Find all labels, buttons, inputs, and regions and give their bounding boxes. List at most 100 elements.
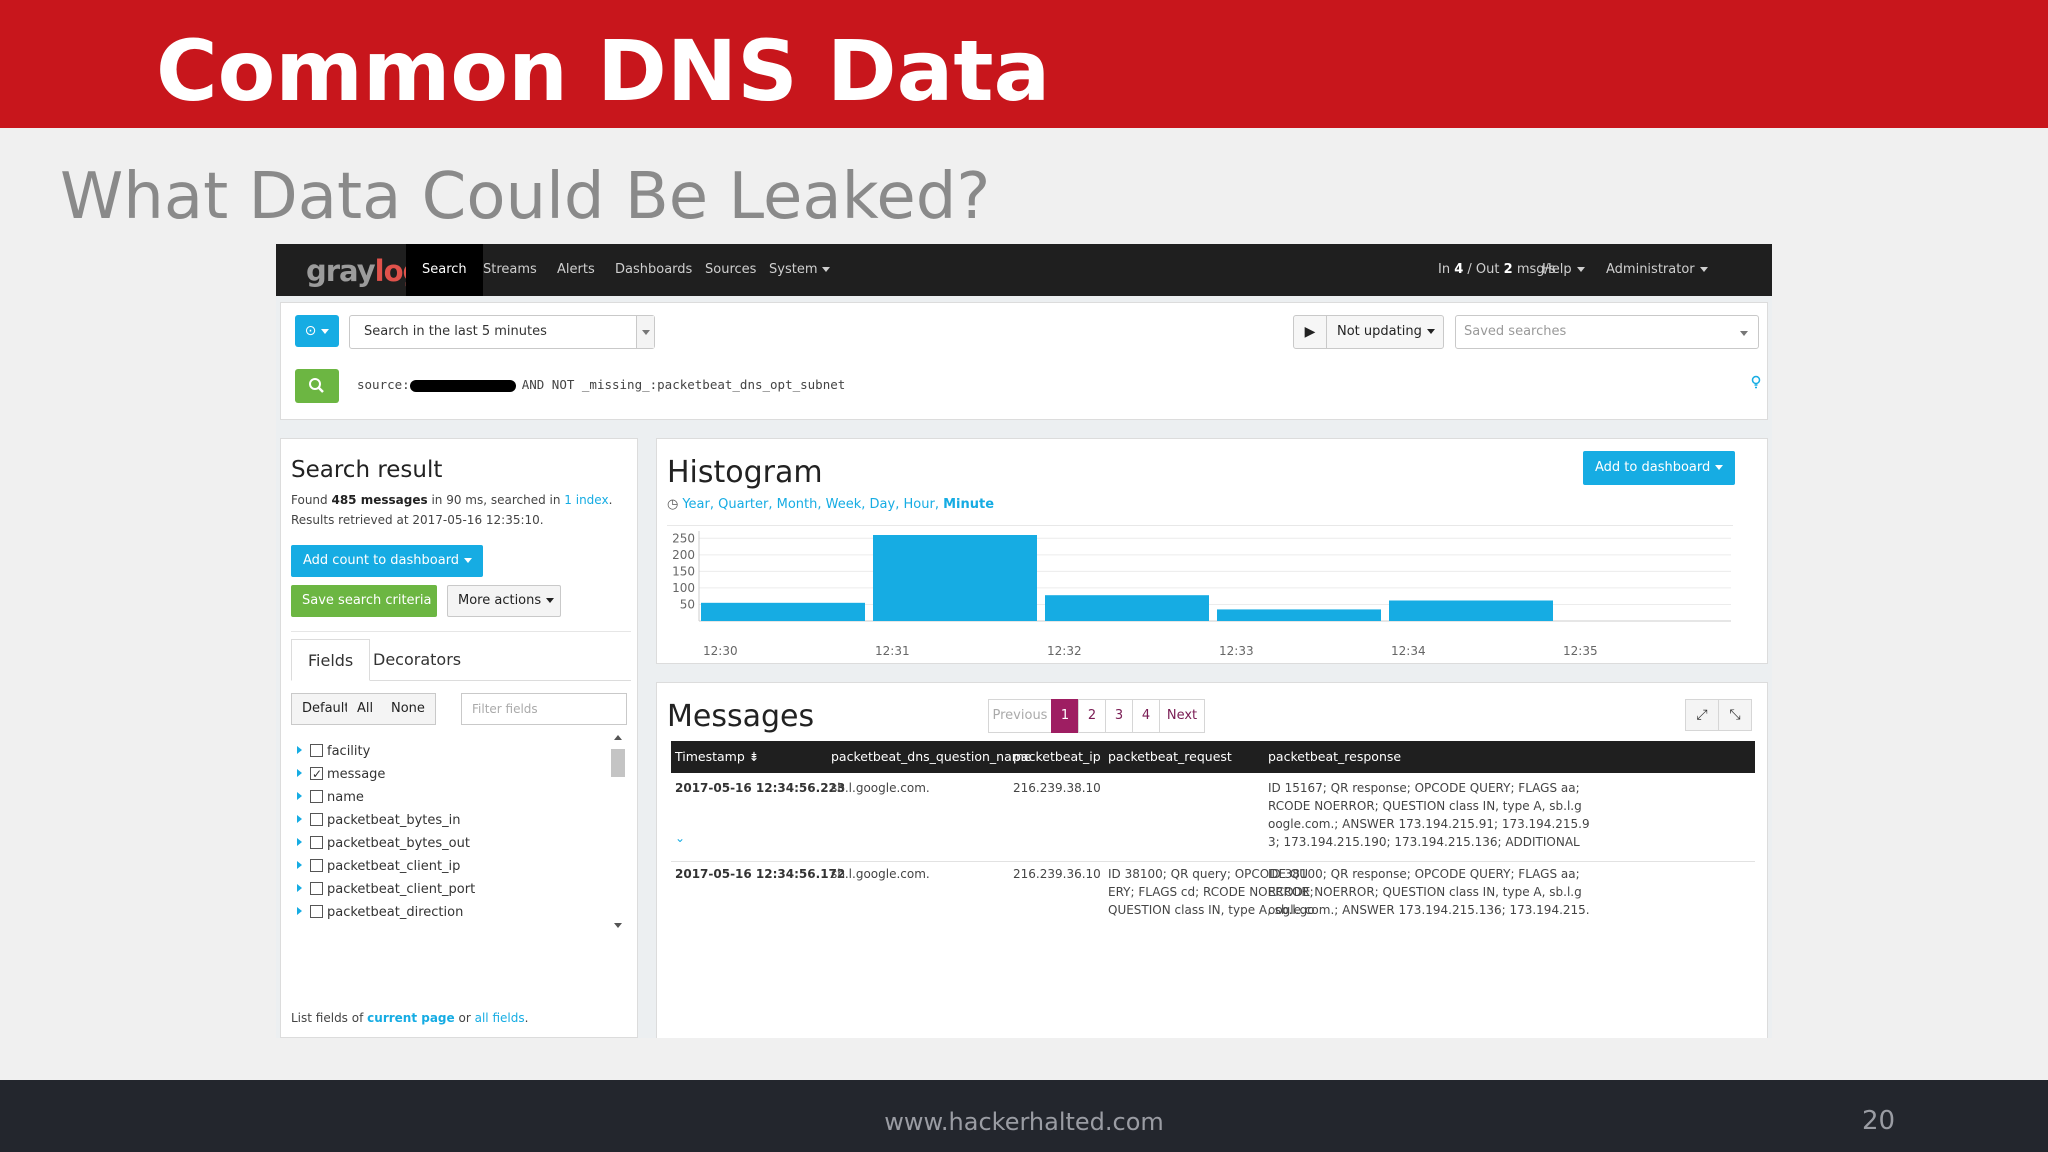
- field-item[interactable]: message: [297, 763, 385, 786]
- nav-user-menu[interactable]: Administrator: [1590, 244, 1724, 296]
- scroll-up-arrow-icon[interactable]: [614, 735, 622, 740]
- field-checkbox[interactable]: [310, 813, 323, 826]
- field-checkbox[interactable]: [310, 859, 323, 872]
- index-link[interactable]: 1 index: [564, 493, 608, 507]
- histogram-bar: [1045, 595, 1209, 621]
- caret-down-icon: [1699, 267, 1708, 272]
- field-item[interactable]: name: [297, 787, 364, 809]
- divider: [291, 631, 631, 632]
- save-search-criteria-button[interactable]: Save search criteria: [291, 585, 437, 617]
- search-query-input[interactable]: source: AND NOT _missing_:packetbeat_dns_…: [357, 377, 845, 392]
- field-item[interactable]: packetbeat_direction: [297, 902, 463, 924]
- column-response[interactable]: packetbeat_response: [1268, 741, 1401, 773]
- y-tick-label: 250: [672, 531, 695, 545]
- column-timestamp[interactable]: Timestamp ⇟: [675, 741, 759, 773]
- field-item[interactable]: facility: [297, 741, 370, 763]
- row-question: sb.l.google.com.: [831, 781, 930, 795]
- y-tick-label: 200: [672, 548, 695, 562]
- all-fields-link[interactable]: all fields: [475, 1011, 525, 1025]
- nav-streams[interactable]: Streams: [467, 244, 553, 296]
- y-tick-label: 100: [672, 581, 695, 595]
- fields-all-button[interactable]: All: [347, 693, 385, 725]
- fields-none-button[interactable]: None: [381, 693, 436, 725]
- current-page-link[interactable]: current page: [367, 1011, 455, 1025]
- refresh-interval-button[interactable]: Not updating: [1326, 315, 1444, 349]
- add-to-dashboard-button[interactable]: Add to dashboard: [1583, 451, 1735, 485]
- field-checkbox[interactable]: [310, 836, 323, 849]
- pagination-page-4[interactable]: 4: [1132, 699, 1160, 733]
- row-expand-marker[interactable]: ⌄: [675, 831, 685, 845]
- search-result-panel: Search result Found 485 messages in 90 m…: [280, 438, 638, 1038]
- sort-icon[interactable]: ⇟: [749, 749, 759, 764]
- caret-down-icon: [1576, 267, 1585, 272]
- column-ip[interactable]: packetbeat_ip: [1013, 741, 1101, 773]
- histogram-bar: [1217, 609, 1381, 621]
- column-question-name[interactable]: packetbeat_dns_question_name: [831, 741, 1032, 773]
- expand-triangle-icon[interactable]: [297, 907, 302, 915]
- saved-searches-select[interactable]: Saved searches: [1455, 315, 1759, 349]
- y-tick-label: 150: [672, 564, 695, 578]
- field-checkbox[interactable]: [310, 905, 323, 918]
- time-range-type-button[interactable]: ⊙: [295, 315, 339, 347]
- graylog-logo[interactable]: graylog: [306, 254, 423, 288]
- caret-down-icon: [546, 598, 555, 603]
- add-count-to-dashboard-button[interactable]: Add count to dashboard: [291, 545, 483, 577]
- slide-subtitle: What Data Could Be Leaked?: [60, 160, 991, 234]
- field-checkbox[interactable]: [310, 882, 323, 895]
- messages-panel: Messages Previous 1 2 3 4 Next ⤢ ⤡ Times…: [656, 682, 1768, 1038]
- histogram-title: Histogram: [667, 455, 823, 490]
- row-response: ID 38100; QR response; OPCODE QUERY; FLA…: [1268, 867, 1590, 917]
- histogram-panel: Histogram Add to dashboard ◷ Year, Quarte…: [656, 438, 1768, 664]
- field-item[interactable]: packetbeat_bytes_in: [297, 810, 461, 832]
- more-actions-button[interactable]: More actions: [447, 585, 561, 617]
- pagination-previous[interactable]: Previous: [988, 699, 1052, 733]
- x-tick-label: 12:31: [875, 644, 910, 658]
- slide-title: Common DNS Data: [156, 22, 1051, 120]
- search-submit-button[interactable]: [295, 369, 339, 403]
- row-timestamp[interactable]: 2017-05-16 12:34:56.223: [675, 779, 845, 797]
- expand-triangle-icon[interactable]: [297, 746, 302, 754]
- resolution-week[interactable]: Week: [826, 497, 862, 512]
- lightbulb-icon[interactable]: [1751, 375, 1761, 391]
- field-checkbox[interactable]: [310, 744, 323, 757]
- row-question: sb.l.google.com.: [831, 867, 930, 881]
- expand-triangle-icon[interactable]: [297, 838, 302, 846]
- expand-triangle-icon[interactable]: [297, 769, 302, 777]
- resolution-day[interactable]: Day: [870, 497, 896, 512]
- row-divider: [671, 861, 1755, 862]
- play-icon[interactable]: ▶: [1293, 315, 1327, 349]
- pagination-page-2[interactable]: 2: [1078, 699, 1106, 733]
- resolution-hour[interactable]: Hour: [903, 497, 934, 512]
- row-response: ID 15167; QR response; OPCODE QUERY; FLA…: [1268, 781, 1590, 849]
- scroll-down-arrow-icon[interactable]: [614, 923, 622, 928]
- field-item[interactable]: packetbeat_bytes_out: [297, 833, 470, 855]
- row-timestamp[interactable]: 2017-05-16 12:34:56.172: [675, 865, 845, 883]
- field-item[interactable]: packetbeat_client_port: [297, 879, 475, 901]
- pagination-page-3[interactable]: 3: [1105, 699, 1133, 733]
- field-item[interactable]: packetbeat_client_ip: [297, 856, 460, 878]
- filter-fields-input[interactable]: Filter fields: [461, 693, 627, 725]
- resolution-quarter[interactable]: Quarter: [718, 497, 768, 512]
- field-checkbox[interactable]: [310, 790, 323, 803]
- expand-triangle-icon[interactable]: [297, 792, 302, 800]
- x-tick-label: 12:30: [703, 644, 738, 658]
- slide-page-number: 20: [1862, 1106, 1896, 1136]
- time-range-select[interactable]: Search in the last 5 minutes: [349, 315, 655, 349]
- resolution-year[interactable]: Year: [682, 497, 710, 512]
- expand-icon[interactable]: ⤢: [1685, 699, 1719, 731]
- nav-system[interactable]: System: [753, 244, 846, 296]
- resolution-minute[interactable]: Minute: [943, 497, 994, 512]
- resolution-month[interactable]: Month: [777, 497, 818, 512]
- result-retrieved-time: Results retrieved at 2017-05-16 12:35:10…: [291, 513, 544, 527]
- tab-decorators[interactable]: Decorators: [357, 639, 477, 681]
- field-checkbox-checked[interactable]: [310, 763, 323, 785]
- collapse-icon[interactable]: ⤡: [1718, 699, 1752, 731]
- expand-triangle-icon[interactable]: [297, 815, 302, 823]
- expand-triangle-icon[interactable]: [297, 884, 302, 892]
- list-fields-note: List fields of current page or all field…: [291, 1011, 529, 1025]
- pagination-next[interactable]: Next: [1159, 699, 1205, 733]
- scrollbar-thumb[interactable]: [611, 749, 625, 777]
- expand-triangle-icon[interactable]: [297, 861, 302, 869]
- column-request[interactable]: packetbeat_request: [1108, 741, 1232, 773]
- pagination-page-1[interactable]: 1: [1051, 699, 1079, 733]
